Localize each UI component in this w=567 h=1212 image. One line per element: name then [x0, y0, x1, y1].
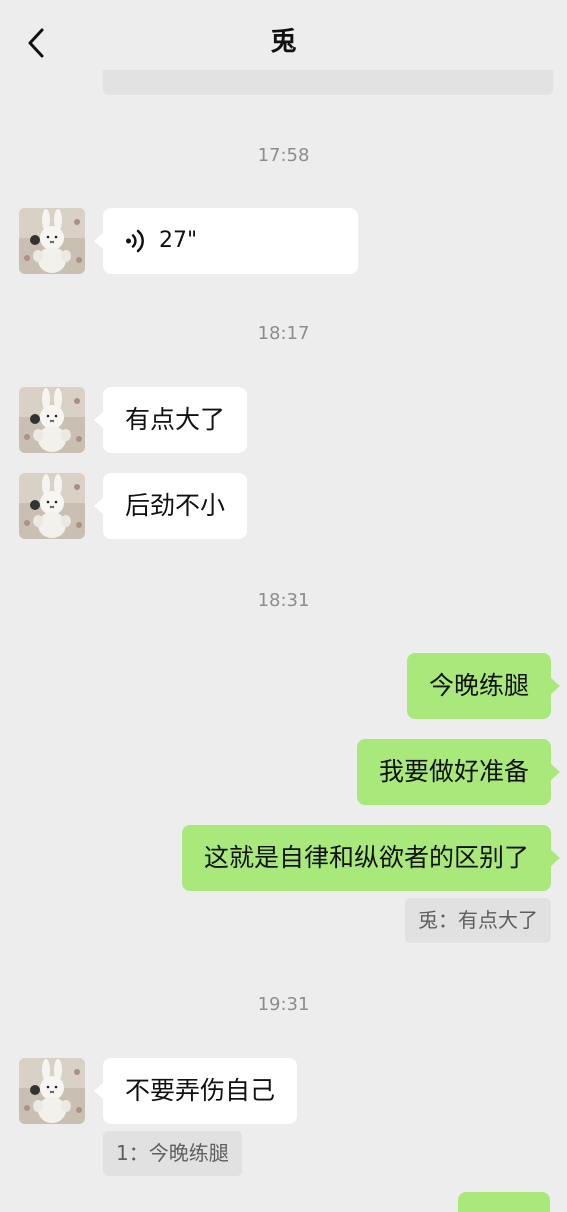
message-bubble-sent[interactable]: 今晚练腿	[406, 653, 561, 719]
voice-message[interactable]: 27"	[94, 208, 358, 274]
avatar[interactable]	[19, 1058, 85, 1124]
message-bubble[interactable]: 后劲不小	[93, 473, 248, 539]
voice-duration: 27"	[159, 228, 198, 253]
avatar[interactable]	[19, 473, 85, 539]
avatar[interactable]	[19, 208, 85, 274]
timestamp: 18:17	[257, 323, 310, 344]
timestamp: 19:31	[257, 994, 310, 1015]
message-bubble[interactable]: 不要弄伤自己	[93, 1058, 298, 1124]
top-bar: 兎	[0, 0, 567, 80]
chat-title: 兎	[270, 27, 297, 57]
voice-wave-icon	[126, 229, 144, 253]
quoted-reply[interactable]: 1：今晚练腿	[103, 1131, 242, 1176]
message-bubble-sent[interactable]: 我要做好准备	[356, 739, 561, 805]
message-bubble[interactable]: 有点大了	[93, 387, 248, 453]
previous-message-fragment[interactable]	[103, 70, 553, 95]
avatar[interactable]	[19, 387, 85, 453]
quoted-reply[interactable]: 兎：有点大了	[405, 898, 551, 943]
timestamp: 17:58	[257, 145, 310, 166]
message-bubble-sent[interactable]: 这就是自律和纵欲者的区别了	[181, 825, 561, 891]
timestamp: 18:31	[257, 590, 310, 611]
next-message-fragment[interactable]	[458, 1192, 550, 1212]
